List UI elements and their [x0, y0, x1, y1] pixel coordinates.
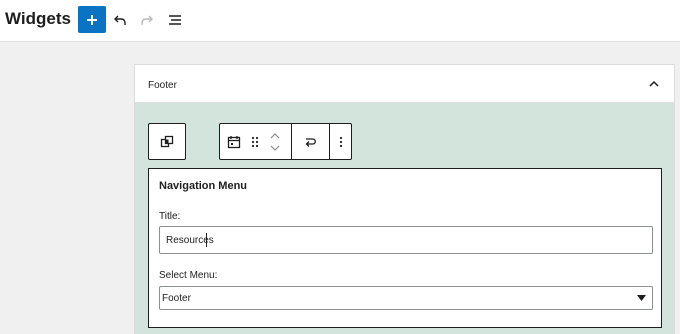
widget-heading: Navigation Menu — [159, 180, 248, 192]
text-caret — [206, 233, 207, 247]
navigation-menu-widget: Navigation Menu Title: Select Menu: Foot… — [148, 168, 662, 328]
move-up-icon — [270, 133, 280, 139]
block-toolbar — [219, 123, 352, 160]
more-options-icon — [339, 136, 342, 147]
menu-select-value: Footer — [162, 293, 191, 304]
title-label: Title: — [159, 211, 181, 222]
dropdown-arrow-icon — [637, 295, 646, 301]
redo-icon — [141, 15, 153, 25]
loop-icon — [305, 137, 316, 147]
move-up-button[interactable] — [268, 130, 282, 141]
plus-icon — [87, 14, 97, 25]
add-block-button[interactable] — [78, 6, 106, 33]
drag-handle-icon — [251, 136, 259, 148]
list-view-icon — [169, 15, 181, 25]
top-toolbar: Widgets — [0, 0, 680, 42]
transform-icon — [160, 135, 174, 147]
footer-area-header[interactable]: Footer — [135, 65, 674, 103]
select-menu-label: Select Menu: — [159, 270, 218, 281]
page-title: Widgets — [5, 9, 71, 28]
block-transform-toolbar — [148, 123, 186, 160]
footer-widget-area: Footer Navigation Menu Title: Resources … — [134, 64, 675, 334]
calendar-icon — [227, 136, 241, 149]
drag-handle[interactable] — [248, 134, 262, 150]
transform-button[interactable] — [149, 124, 185, 159]
footer-area-content: Navigation Menu Title: Select Menu: Foot… — [135, 103, 674, 334]
menu-select[interactable]: Footer — [159, 286, 653, 310]
undo-button[interactable] — [109, 9, 131, 31]
list-view-button[interactable] — [164, 9, 186, 31]
redo-button[interactable] — [136, 9, 158, 31]
move-down-icon — [270, 145, 280, 151]
footer-area-title: Footer — [148, 80, 177, 91]
more-options-button[interactable] — [330, 124, 351, 159]
move-down-button[interactable] — [268, 143, 282, 154]
chevron-up-icon[interactable] — [648, 78, 660, 90]
title-input[interactable] — [159, 226, 653, 254]
undo-icon — [114, 15, 126, 25]
loop-button[interactable] — [292, 124, 329, 159]
block-type-button[interactable] — [226, 134, 242, 150]
